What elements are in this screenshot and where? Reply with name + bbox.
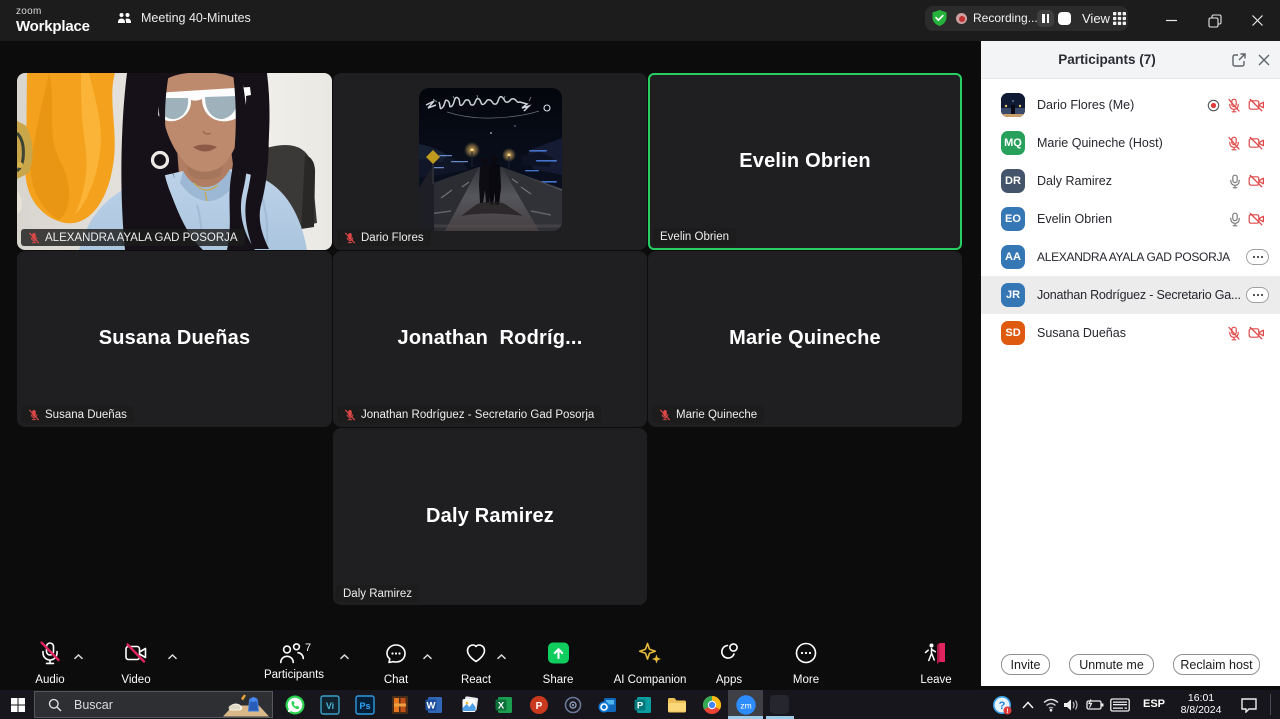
svg-text:W: W — [427, 700, 436, 711]
svg-text:P: P — [536, 700, 543, 711]
svg-text:X: X — [498, 700, 505, 711]
svg-text:zm: zm — [740, 700, 751, 710]
svg-text:!: ! — [1006, 708, 1008, 715]
svg-text:Ps: Ps — [359, 701, 370, 711]
svg-text:P: P — [637, 700, 644, 711]
svg-text:Vi: Vi — [326, 701, 334, 711]
svg-text:7: 7 — [305, 642, 311, 654]
